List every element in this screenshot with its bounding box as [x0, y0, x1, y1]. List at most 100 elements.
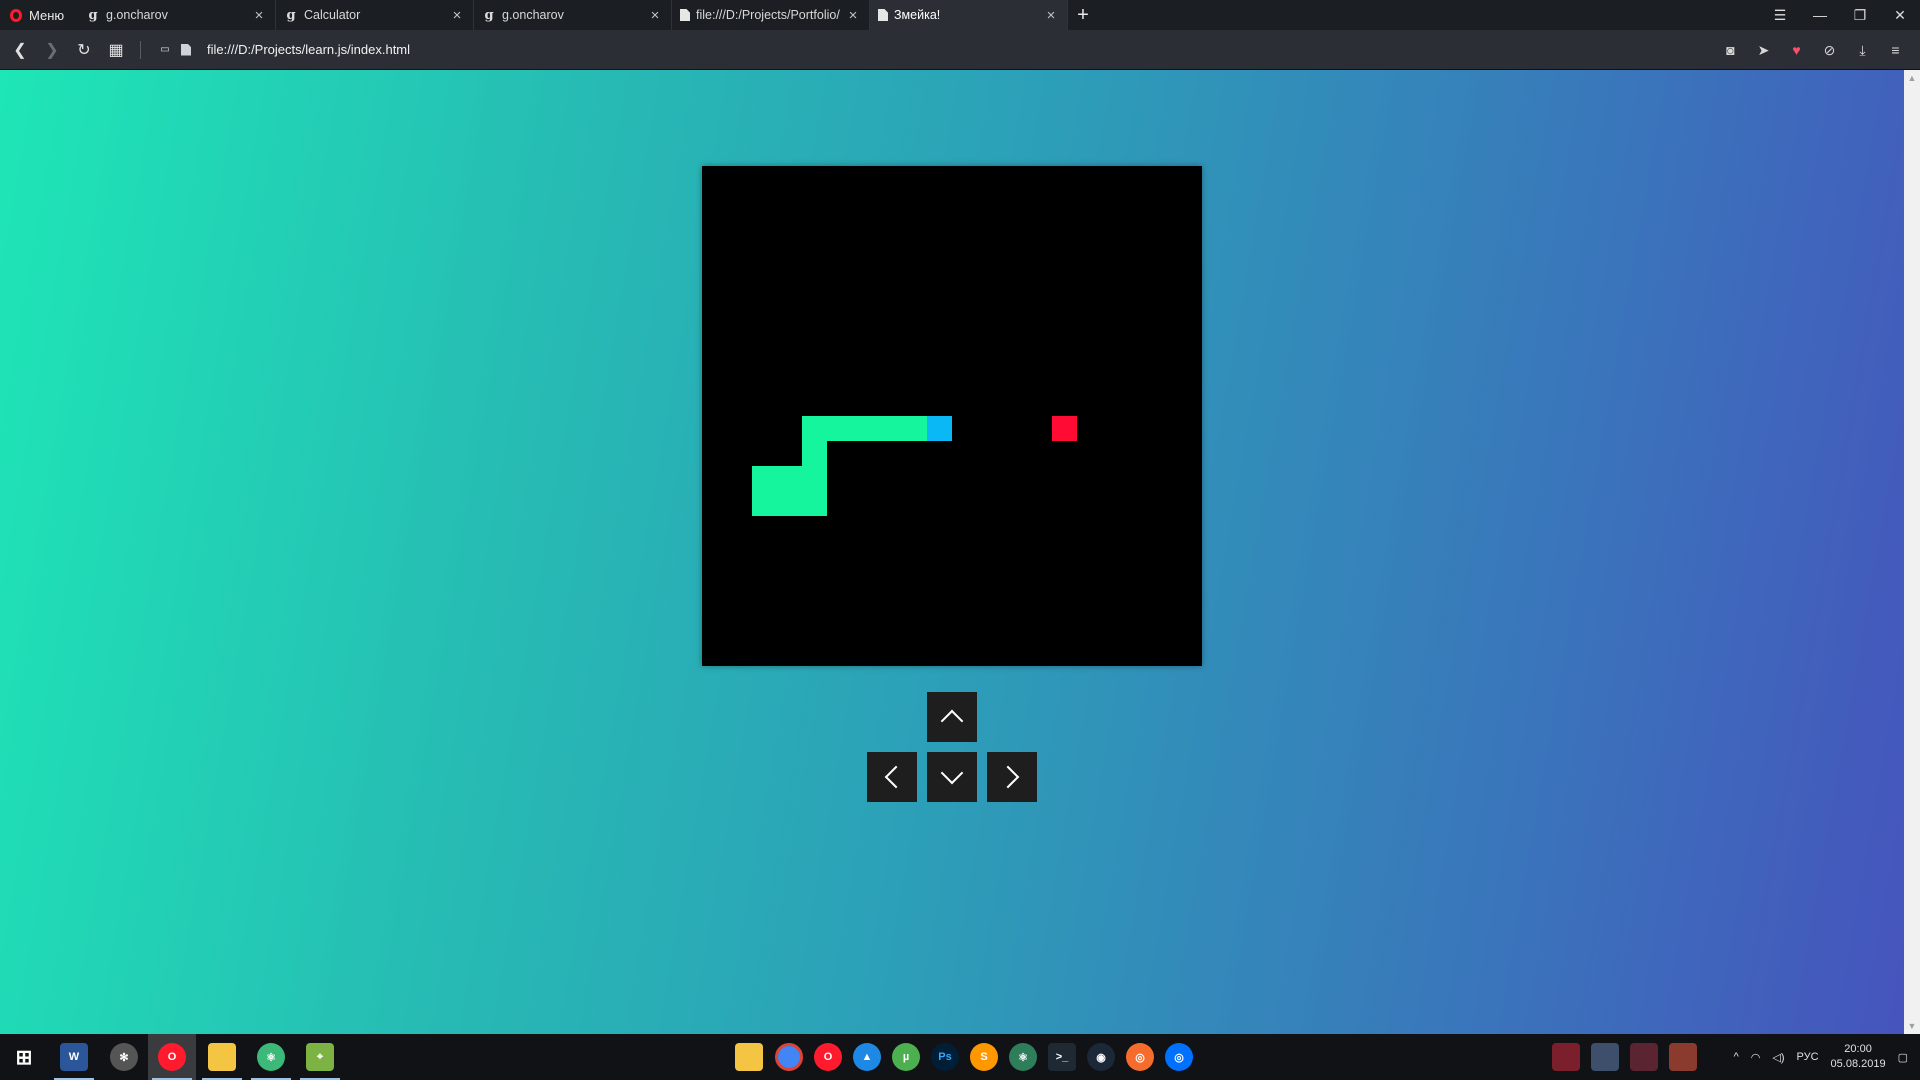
arrow-app-icon[interactable]: ▲ — [853, 1043, 881, 1071]
tab-title: g.oncharov — [502, 8, 564, 22]
opera-pinned-icon[interactable]: O — [814, 1043, 842, 1071]
game-shortcut-icon[interactable] — [1630, 1043, 1658, 1071]
chevron-up-icon — [940, 709, 964, 733]
g-favicon-icon: g — [484, 7, 494, 23]
chevron-up-icon[interactable]: ^ — [1734, 1051, 1739, 1063]
left-button[interactable] — [867, 752, 917, 802]
g-favicon-icon: g — [286, 7, 296, 23]
word-icon[interactable]: W — [60, 1043, 88, 1071]
new-tab-button[interactable]: + — [1068, 0, 1098, 30]
up-button[interactable] — [927, 692, 977, 742]
tab-title: Змейка! — [894, 8, 941, 22]
photoshop-icon[interactable]: Ps — [931, 1043, 959, 1071]
snake-head — [927, 416, 952, 441]
clock[interactable]: 20:00 05.08.2019 — [1831, 1042, 1886, 1072]
uplay-icon[interactable]: ◎ — [1165, 1043, 1193, 1071]
close-icon[interactable]: × — [1043, 7, 1059, 24]
tab-goncharov-1[interactable]: g g.oncharov × — [78, 0, 276, 30]
chrome-icon[interactable] — [775, 1043, 803, 1071]
chevron-left-icon — [884, 765, 908, 789]
close-window-button[interactable]: ✕ — [1880, 0, 1920, 30]
tab-portfolio[interactable]: file:///D:/Projects/Portfolio/ × — [672, 0, 870, 30]
origin-icon[interactable]: ◎ — [1126, 1043, 1154, 1071]
app-cluster-icon[interactable]: ✻ — [110, 1043, 138, 1071]
close-icon[interactable]: × — [647, 7, 663, 24]
atom-pinned-icon[interactable]: ⚛ — [1009, 1043, 1037, 1071]
easy-setup-icon[interactable]: ≡ — [1879, 42, 1912, 58]
volume-icon[interactable]: ◁) — [1772, 1051, 1784, 1064]
vertical-scrollbar[interactable]: ▲ ▼ — [1904, 70, 1920, 1034]
language-indicator[interactable]: РУС — [1797, 1051, 1819, 1063]
maximize-button[interactable]: ❐ — [1840, 0, 1880, 30]
utorrent-icon[interactable]: µ — [892, 1043, 920, 1071]
tab-goncharov-2[interactable]: g g.oncharov × — [474, 0, 672, 30]
game-shortcut-icon[interactable] — [1591, 1043, 1619, 1071]
tab-snake-game[interactable]: Змейка! × — [870, 0, 1068, 30]
windows-start-icon[interactable]: ⊞ — [10, 1043, 38, 1071]
page-viewport — [0, 70, 1904, 1034]
tab-title: g.oncharov — [106, 8, 168, 22]
address-bar: ❮ ❯ ↻ ▦ ▭ file:///D:/Projects/learn.js/i… — [0, 30, 1920, 70]
system-tray: ^ ◠ ◁) РУС 20:00 05.08.2019 ▢ — [1734, 1034, 1908, 1080]
snake-segment — [902, 416, 927, 441]
speed-dial-icon[interactable]: ▦ — [100, 30, 132, 70]
toolbar-right: ◙ ➤ ♥ ⊘ ⤓ ≡ — [1714, 30, 1912, 70]
windows-taskbar: ⊞ W ✻ O ⚛ ⌖ O ▲ µ Ps S ⚛ >_ ◉ ◎ ◎ ^ ◠ ◁)… — [0, 1034, 1920, 1080]
file-explorer-icon[interactable] — [208, 1043, 236, 1071]
tab-bar: Меню g g.oncharov × g Calculator × g g.o… — [0, 0, 1920, 30]
clock-time: 20:00 — [1844, 1043, 1872, 1055]
opera-menu-button[interactable]: Меню — [0, 0, 78, 30]
atom-icon[interactable]: ⚛ — [257, 1043, 285, 1071]
opera-taskbar-icon[interactable]: O — [158, 1043, 186, 1071]
forward-button[interactable]: ❯ — [36, 30, 68, 70]
game-board — [702, 166, 1202, 666]
tab-calculator[interactable]: g Calculator × — [276, 0, 474, 30]
page-info-icon[interactable] — [181, 43, 191, 56]
snake-segment — [752, 491, 777, 516]
game-shortcut-icon[interactable] — [1552, 1043, 1580, 1071]
download-icon[interactable]: ⤓ — [1846, 42, 1879, 59]
chevron-right-icon — [996, 765, 1020, 789]
snake-segment — [877, 416, 902, 441]
snake-segment — [802, 466, 827, 491]
close-icon[interactable]: × — [251, 7, 267, 24]
tab-title: Calculator — [304, 8, 361, 22]
camera-icon[interactable]: ◙ — [1714, 42, 1747, 58]
reload-button[interactable]: ↻ — [68, 30, 100, 70]
folder-pinned-icon[interactable] — [735, 1043, 763, 1071]
food-item — [1052, 416, 1077, 441]
snake-segment — [852, 416, 877, 441]
terminal-icon[interactable]: >_ — [1048, 1043, 1076, 1071]
snake-segment — [802, 441, 827, 466]
game-shortcut-icon[interactable] — [1669, 1043, 1697, 1071]
green-app-icon[interactable]: ⌖ — [306, 1043, 334, 1071]
notifications-icon[interactable]: ▢ — [1898, 1051, 1908, 1064]
tab-title: file:///D:/Projects/Portfolio/ — [696, 8, 840, 22]
down-button[interactable] — [927, 752, 977, 802]
adblock-icon[interactable]: ⊘ — [1813, 42, 1846, 59]
document-icon — [680, 9, 690, 21]
back-button[interactable]: ❮ — [4, 30, 36, 70]
snake-segment — [777, 466, 802, 491]
scroll-down-icon[interactable]: ▼ — [1904, 1018, 1920, 1034]
url-field[interactable]: file:///D:/Projects/learn.js/index.html — [207, 42, 410, 57]
g-favicon-icon: g — [88, 7, 98, 23]
right-button[interactable] — [987, 752, 1037, 802]
network-icon[interactable]: ◠ — [1751, 1051, 1761, 1064]
send-icon[interactable]: ➤ — [1747, 42, 1780, 59]
close-icon[interactable]: × — [845, 7, 861, 24]
tab-menu-icon[interactable]: ☰ — [1760, 0, 1800, 30]
divider — [140, 40, 141, 59]
heart-icon[interactable]: ♥ — [1780, 42, 1813, 58]
close-icon[interactable]: × — [449, 7, 465, 24]
scroll-up-icon[interactable]: ▲ — [1904, 70, 1920, 86]
snake-segment — [752, 466, 777, 491]
sublime-icon[interactable]: S — [970, 1043, 998, 1071]
steam-icon[interactable]: ◉ — [1087, 1043, 1115, 1071]
opera-logo-icon — [10, 8, 22, 22]
vpn-badge-icon[interactable]: ▭ — [149, 30, 181, 70]
snake-segment — [802, 491, 827, 516]
minimize-button[interactable]: — — [1800, 0, 1840, 30]
document-icon — [878, 9, 888, 21]
menu-label: Меню — [29, 7, 65, 23]
